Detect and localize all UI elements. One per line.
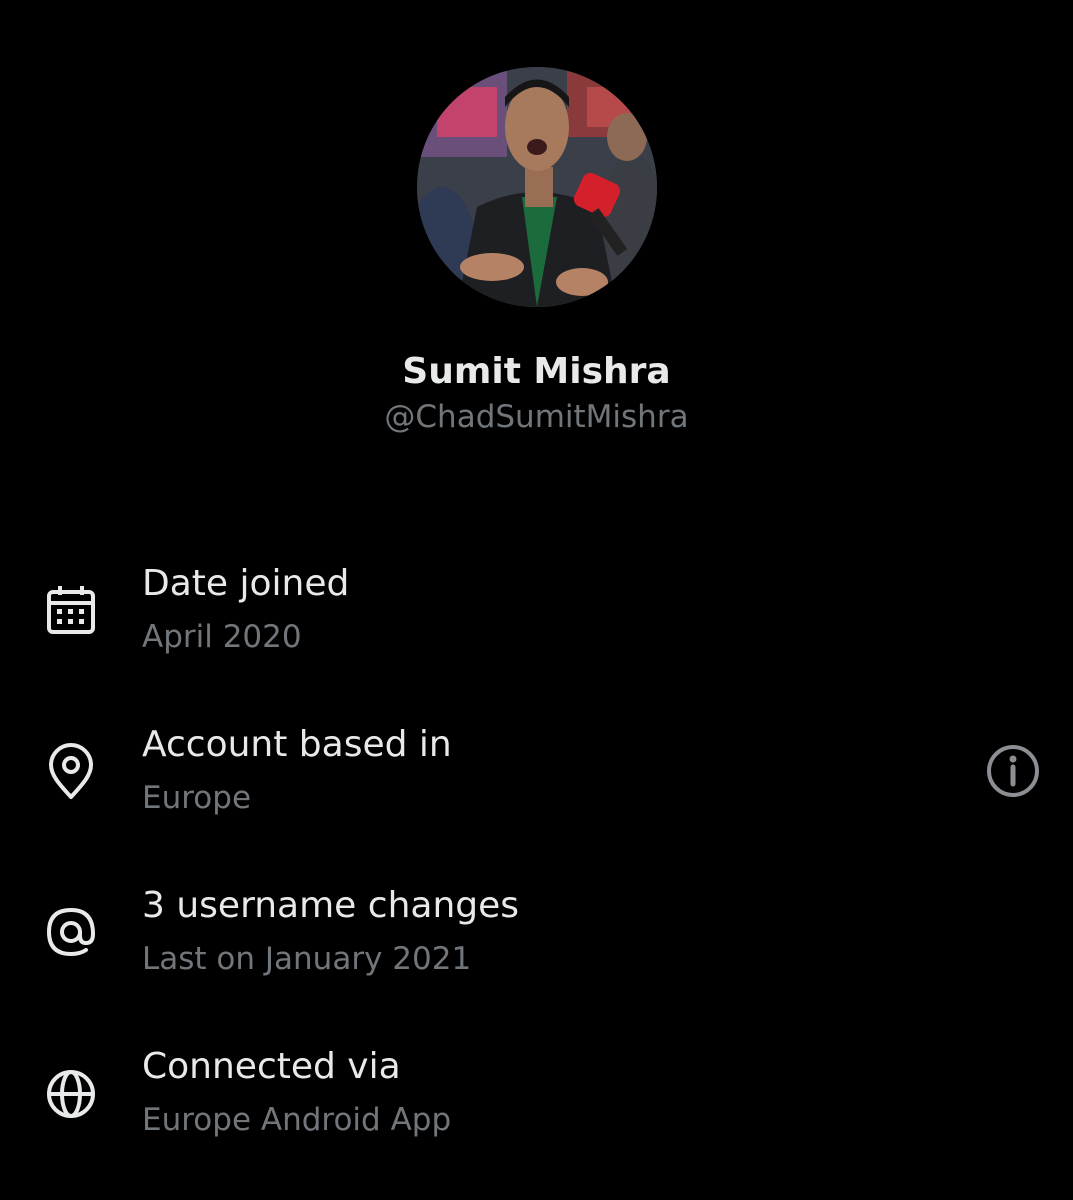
about-item-title: Connected via xyxy=(142,1046,401,1087)
info-icon[interactable] xyxy=(982,740,1044,802)
at-sign-icon xyxy=(40,901,102,963)
avatar-image xyxy=(417,67,657,307)
about-item-subtitle: Europe Android App xyxy=(142,1102,452,1138)
about-item-connected-via: Connected via Europe Android App xyxy=(0,1045,1073,1175)
about-item-title: Date joined xyxy=(142,563,350,604)
about-item-subtitle: April 2020 xyxy=(142,619,302,655)
globe-icon xyxy=(40,1063,102,1125)
about-item-title: Account based in xyxy=(142,724,452,765)
about-item-account-based-in: Account based in Europe xyxy=(0,723,1073,853)
about-item-title: 3 username changes xyxy=(142,885,520,926)
profile-display-name: Sumit Mishra xyxy=(402,351,671,392)
about-item-username-changes: 3 username changes Last on January 2021 xyxy=(0,884,1073,1014)
about-item-date-joined: Date joined April 2020 xyxy=(0,562,1073,692)
about-item-subtitle: Last on January 2021 xyxy=(142,941,472,977)
calendar-icon xyxy=(40,580,102,642)
profile-avatar[interactable] xyxy=(417,67,657,307)
location-pin-icon xyxy=(40,740,102,802)
profile-handle: @ChadSumitMishra xyxy=(384,399,689,435)
about-item-subtitle: Europe xyxy=(142,780,252,816)
